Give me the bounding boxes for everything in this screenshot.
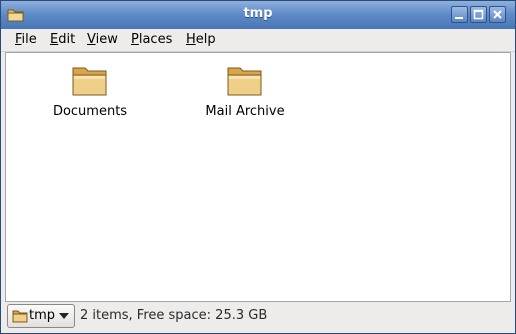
- minimize-button[interactable]: [451, 6, 468, 23]
- location-label: tmp: [29, 308, 56, 323]
- close-icon: [493, 10, 502, 19]
- menu-file[interactable]: File: [15, 32, 37, 47]
- menu-help-mnemonic: H: [186, 32, 196, 47]
- menu-edit[interactable]: Edit: [50, 32, 75, 47]
- file-item-documents[interactable]: Documents: [40, 60, 140, 119]
- file-label: Documents: [52, 104, 128, 119]
- menu-view-mnemonic: V: [87, 32, 96, 47]
- menu-help[interactable]: Help: [186, 32, 216, 47]
- window-title: tmp: [243, 6, 273, 21]
- minimize-icon: [455, 17, 463, 19]
- menu-places[interactable]: Places: [131, 32, 172, 47]
- file-manager-window: tmp File Edit View Places Help Documents: [0, 0, 516, 334]
- folder-icon: [227, 67, 262, 96]
- chevron-down-icon: [59, 313, 69, 319]
- file-view[interactable]: Documents Mail Archive: [5, 52, 511, 302]
- menu-view[interactable]: View: [87, 32, 118, 47]
- close-button[interactable]: [489, 6, 506, 23]
- title-bar[interactable]: tmp: [1, 1, 515, 29]
- maximize-icon: [473, 9, 484, 20]
- menu-help-label: elp: [195, 32, 216, 47]
- folder-icon: [72, 67, 107, 96]
- status-text: 2 items, Free space: 25.3 GB: [80, 308, 268, 323]
- location-button[interactable]: tmp: [7, 304, 75, 328]
- file-item-mail-archive[interactable]: Mail Archive: [195, 60, 295, 119]
- menu-view-label: iew: [95, 32, 118, 47]
- menu-bar: File Edit View Places Help: [1, 29, 515, 52]
- status-bar: tmp 2 items, Free space: 25.3 GB: [1, 302, 515, 333]
- folder-icon: [12, 310, 28, 323]
- maximize-button[interactable]: [470, 6, 487, 23]
- menu-edit-mnemonic: E: [50, 32, 59, 47]
- menu-places-mnemonic: P: [131, 32, 139, 47]
- menu-places-label: laces: [138, 32, 173, 47]
- file-label: Mail Archive: [205, 104, 285, 119]
- menu-edit-label: dit: [58, 32, 76, 47]
- menu-file-label: ile: [21, 32, 37, 47]
